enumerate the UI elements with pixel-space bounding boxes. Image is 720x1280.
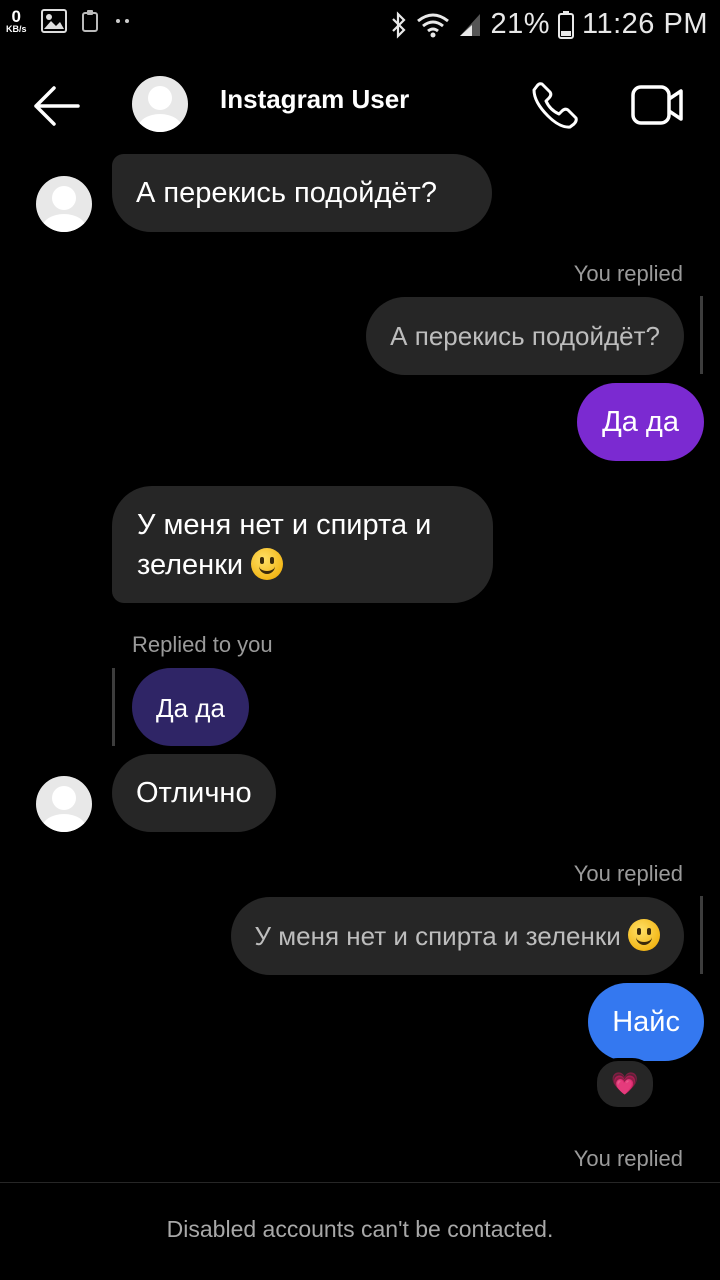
quote-line: [700, 296, 703, 374]
network-speed-value: 0: [11, 7, 21, 26]
video-icon[interactable]: [630, 82, 684, 128]
quoted-message[interactable]: Да да: [132, 668, 249, 746]
signal-icon: [460, 13, 481, 36]
quoted-message[interactable]: У меня нет и спирта и зеленки: [230, 897, 684, 975]
header-avatar[interactable]: [132, 76, 188, 132]
chat-title[interactable]: Instagram User: [220, 84, 409, 115]
quoted-message[interactable]: А перекись подойдёт?: [366, 297, 684, 375]
quoted-message-text: У меня нет и спирта и зеленки: [254, 921, 621, 951]
disabled-account-notice: Disabled accounts can't be contacted.: [166, 1216, 554, 1242]
reply-label: You replied: [573, 1146, 683, 1171]
message-line-text: зеленки: [137, 549, 244, 581]
status-bar-left: 0 KB/s: [6, 8, 133, 34]
message-line-2: зеленки: [137, 545, 468, 585]
avatar-placeholder-icon: [138, 86, 182, 132]
battery-icon: [558, 10, 575, 39]
incoming-message[interactable]: Отлично: [112, 754, 276, 832]
status-bar: 0 KB/s 21% 11:26 PM: [0, 0, 720, 52]
smile-emoji-icon: [628, 919, 660, 951]
heart-reaction-icon: 💗: [611, 1071, 639, 1096]
quote-line: [700, 896, 703, 974]
reply-label: You replied: [573, 861, 683, 886]
footer-divider: [0, 1182, 720, 1183]
reply-label: Replied to you: [132, 632, 273, 657]
more-notifications-icon: [115, 19, 129, 23]
bluetooth-icon: [392, 10, 407, 39]
image-icon: [40, 9, 67, 33]
network-speed-unit: KB/s: [6, 24, 27, 34]
incoming-message[interactable]: А перекись подойдёт?: [112, 154, 492, 232]
outgoing-message[interactable]: Да да: [577, 383, 704, 461]
call-icon[interactable]: [530, 80, 580, 130]
reply-label: You replied: [573, 261, 683, 286]
wifi-icon: [417, 13, 450, 37]
quote-line: [112, 668, 115, 746]
back-arrow-icon[interactable]: [30, 84, 82, 128]
message-reaction[interactable]: 💗: [594, 1058, 656, 1110]
avatar-placeholder-icon: [42, 786, 86, 832]
message-line: У меня нет и спирта и: [137, 509, 432, 541]
incoming-message[interactable]: У меня нет и спирта и зеленки: [112, 486, 493, 603]
avatar-placeholder-icon: [42, 186, 86, 232]
sender-avatar[interactable]: [36, 176, 92, 232]
sender-avatar[interactable]: [36, 776, 92, 832]
smile-emoji-icon: [251, 548, 284, 580]
clock: 11:26 PM: [582, 8, 708, 40]
clipboard-icon: [81, 10, 98, 32]
status-bar-right: 21% 11:26 PM: [390, 8, 708, 41]
outgoing-message[interactable]: Найс: [588, 983, 704, 1061]
network-speed: 0 KB/s: [6, 8, 27, 34]
battery-percentage: 21%: [490, 8, 551, 40]
